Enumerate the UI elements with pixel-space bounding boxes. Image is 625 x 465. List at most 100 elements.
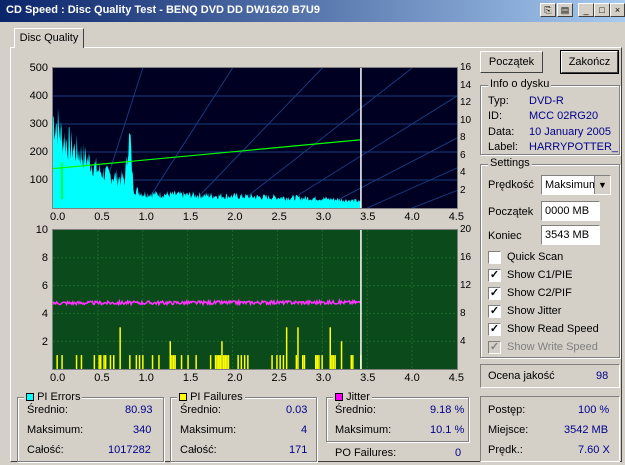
maximize-button[interactable]: □ xyxy=(594,3,610,17)
tab-disc-quality[interactable]: Disc Quality xyxy=(14,28,84,48)
end-button[interactable]: Zakończ xyxy=(560,50,619,74)
save-icon[interactable]: ▤ xyxy=(557,3,573,17)
x-tick-label: 3.5 xyxy=(360,372,376,384)
pi-failures-title: PI Failures xyxy=(190,391,243,403)
y-tick-label: 8 xyxy=(41,252,48,264)
x-tick-label: 2.5 xyxy=(271,372,287,384)
checkbox[interactable]: ✓ xyxy=(488,287,501,300)
x-tick-label: 0.0 xyxy=(50,372,66,384)
pi-failure-bar xyxy=(329,327,331,369)
pie-total-value: 1017282 xyxy=(108,444,151,456)
pi-failure-bar xyxy=(321,355,323,369)
x-tick-label: 0.0 xyxy=(50,211,66,223)
pi-failures-header: PI Failures xyxy=(177,391,245,403)
pi-failure-bar xyxy=(216,355,218,369)
x-tick-label: 3.0 xyxy=(315,211,332,223)
speed-select-value: Maksimum xyxy=(545,179,599,191)
pi-failure-bar xyxy=(119,327,121,369)
top-chart-svg xyxy=(53,68,457,208)
date-value: 10 January 2005 xyxy=(529,126,611,138)
pi-failure-bar xyxy=(334,355,336,369)
pi-failure-bar xyxy=(295,355,298,369)
y-tick-label: 300 xyxy=(29,118,48,130)
pi-failure-bar xyxy=(109,355,112,369)
po-failures-label: PO Failures: xyxy=(335,447,397,459)
pi-failure-bar xyxy=(104,355,107,369)
y2-tick-label: 12 xyxy=(460,97,472,108)
pi-failure-bar xyxy=(340,341,343,369)
end-mb-input[interactable]: 3543 MB xyxy=(541,225,600,245)
pi-failure-bar xyxy=(218,355,220,369)
jitter-max-label: Maksimum: xyxy=(335,424,392,436)
y2-tick-label: 16 xyxy=(460,62,472,73)
x-tick-label: 0.5 xyxy=(94,211,110,223)
jitter-line xyxy=(53,298,361,307)
pie-max-value: 340 xyxy=(133,424,152,436)
pi-failure-bar xyxy=(113,355,115,369)
start-button[interactable]: Początek xyxy=(480,51,543,73)
y2-tick-label: 14 xyxy=(460,79,472,91)
chevron-down-icon[interactable]: ▼ xyxy=(594,176,610,194)
pi-failure-bar xyxy=(352,355,354,369)
close-button[interactable]: × xyxy=(610,3,625,17)
id-value: MCC 02RG20 xyxy=(529,110,599,122)
quality-value: 98 xyxy=(596,370,609,382)
pi-failure-bar xyxy=(227,355,230,369)
pif-max-value: 4 xyxy=(301,424,308,436)
option-label: Quick Scan xyxy=(507,251,564,263)
type-value: DVD-R xyxy=(529,95,564,107)
x-tick-label: 2.0 xyxy=(227,211,243,223)
y2-tick-label: 10 xyxy=(460,114,472,126)
option-label: Show Write Speed xyxy=(507,341,598,353)
jitter-avg-label: Średnio: xyxy=(335,404,376,416)
pi-failure-bar xyxy=(297,327,299,369)
pi-failure-bar xyxy=(332,355,335,369)
grid-line xyxy=(277,95,457,208)
x-tick-label: 1.5 xyxy=(182,372,199,384)
minimize-button[interactable]: _ xyxy=(578,3,594,17)
x-tick-label: 4.0 xyxy=(404,372,420,384)
read-speed-line xyxy=(53,139,361,170)
pi-failure-bar xyxy=(350,355,352,369)
pi-failure-bar xyxy=(98,355,100,369)
jitter-header: Jitter xyxy=(333,391,372,403)
pi-failure-bar xyxy=(151,355,154,369)
pif-avg-value: 0.03 xyxy=(286,404,308,416)
x-tick-label: 4.0 xyxy=(404,211,420,223)
pi-failure-bar xyxy=(303,355,306,369)
pi-failure-bar xyxy=(221,341,223,369)
start-mb-label: Początek xyxy=(488,206,534,218)
x-tick-label: 1.0 xyxy=(138,211,154,223)
checkbox[interactable]: ✓ xyxy=(488,323,501,336)
y2-tick-label: 4 xyxy=(460,167,466,178)
checkbox[interactable]: ✓ xyxy=(488,269,501,282)
pi-failure-bar xyxy=(169,341,171,369)
read-speed-label: Prędk.: xyxy=(488,444,523,456)
pi-failure-bar xyxy=(158,355,160,369)
y2-tick-label: 4 xyxy=(460,336,466,347)
pi-failures-swatch xyxy=(179,393,187,401)
grid-line xyxy=(142,68,233,208)
read-speed-value: 7.60 X xyxy=(578,444,610,456)
pi-failure-bar xyxy=(80,355,83,369)
pi-failure-bar xyxy=(224,355,226,369)
copy-icon[interactable]: ⎘ xyxy=(540,3,556,17)
pi-failure-bar xyxy=(285,327,288,369)
window-title: CD Speed : Disc Quality Test - BENQ DVD … xyxy=(6,4,320,16)
pi-failure-bar xyxy=(195,355,197,369)
pi-failure-bar xyxy=(315,355,317,369)
jitter-title: Jitter xyxy=(346,391,370,403)
y-tick-label: 200 xyxy=(29,146,48,158)
pi-failure-bar xyxy=(331,355,333,369)
location-label: Miejsce: xyxy=(488,424,529,436)
y-tick-label: 2 xyxy=(41,336,48,348)
speed-select[interactable]: Maksimum ▼ xyxy=(541,175,611,195)
checkbox[interactable]: ✓ xyxy=(488,305,501,318)
pi-errors-header: PI Errors xyxy=(24,391,83,403)
pif-total-label: Całość: xyxy=(180,444,217,456)
start-mb-input[interactable]: 0000 MB xyxy=(541,201,600,221)
label-label: Label: xyxy=(488,141,518,153)
pi-failure-bar xyxy=(129,355,131,369)
checkbox[interactable] xyxy=(488,251,501,264)
progress-value: 100 % xyxy=(578,404,610,416)
